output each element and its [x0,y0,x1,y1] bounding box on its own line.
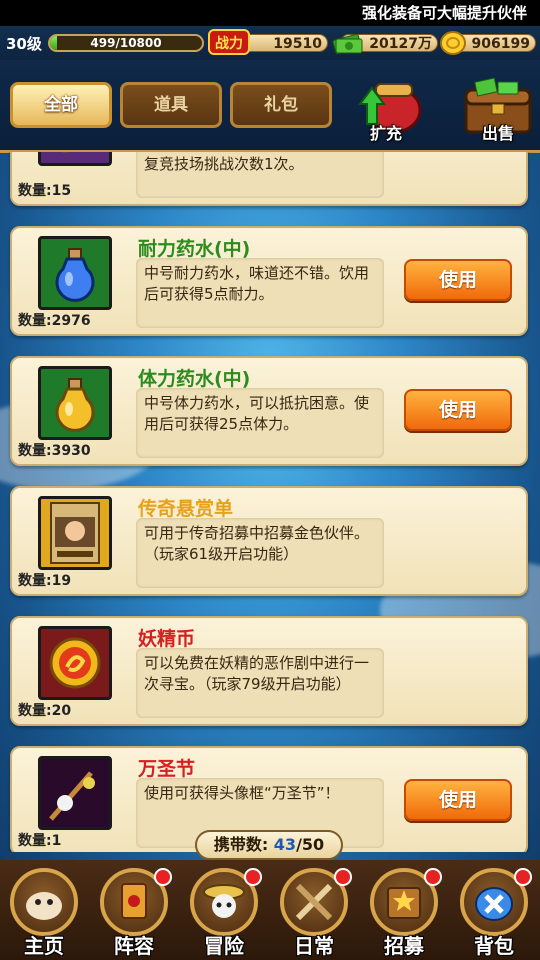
use-label: 使用 [438,269,477,291]
use-label: 使用 [438,789,477,811]
item-card: 耐力药水(中) 中号耐力药水，味道还不错。饮用后可获得5点耐力。 使用 数量:2… [10,226,528,336]
item-desc: 可以免费在妖精的恶作剧中进行一次寻宝。（玩家79级开启功能） [136,648,384,718]
item-desc: 中号体力药水，可以抵抗困意。使用后可获得25点体力。 [136,388,384,458]
nav-recruit[interactable]: 招募 [364,868,444,958]
use-button[interactable]: 使用 [404,389,512,431]
player-level: 30级 [6,35,42,53]
expand-button[interactable]: 扩充 [346,76,426,146]
tab-label: 道具 [154,95,188,115]
cash-icon [332,29,364,61]
notification-dot [244,868,262,886]
notification-dot [514,868,532,886]
power-value: 19510 [273,36,322,52]
yellow-potion-icon [38,366,112,440]
notification-dot [334,868,352,886]
item-quantity: 数量:3930 [18,443,91,459]
use-label: 使用 [438,399,477,421]
gold-value: 906199 [471,36,530,52]
nav-adventure[interactable]: 冒险 [184,868,264,958]
item-quantity: 数量:15 [18,183,72,199]
tab-label: 全部 [44,95,78,115]
nav-lineup[interactable]: 阵容 [94,868,174,958]
sell-label: 出售 [481,124,514,143]
power-icon: 战力 [208,27,250,57]
notification-dot [154,868,172,886]
item-quantity: 数量:1 [18,833,62,849]
item-list[interactable]: 腾的竞技场挑战券，使用后可以恢复竞技场挑战次数1次。 使用 数量:15 耐力药水… [0,152,540,852]
item-name: 万圣节 [138,758,196,780]
power-icon-text: 战力 [215,35,243,52]
nav-home[interactable]: 主页 [4,868,84,958]
category-tabbar: 全部 道具 礼包 扩充 出售 [0,60,540,153]
item-card: 体力药水(中) 中号体力药水，可以抵抗困意。使用后可获得25点体力。 使用 数量… [10,356,528,466]
item-quantity: 数量:2976 [18,313,91,329]
nav-bag[interactable]: 背包 [454,868,534,958]
fairy-coin-icon [38,626,112,700]
cash-value: 20127万 [369,36,432,52]
tab-items[interactable]: 道具 [120,82,222,128]
announcement-marquee: 强化装备可大幅提升伙伴 [0,0,540,26]
scroll-icon [38,152,112,166]
carry-capacity: 携带数: 43/50 [195,830,343,860]
nav-label: 日常 [294,934,334,958]
exp-text: 499/10800 [90,36,162,50]
halloween-icon [38,756,112,830]
carry-max: /50 [296,835,325,854]
item-quantity: 数量:20 [18,703,72,719]
item-name: 传奇悬赏单 [138,498,234,520]
item-name: 体力药水(中) [138,368,251,390]
bottom-nav: 主页 阵容 冒险 日常 招募 背包 [0,860,540,960]
item-name: 耐力药水(中) [138,238,251,260]
tab-gift-packs[interactable]: 礼包 [230,82,332,128]
item-desc: 腾的竞技场挑战券，使用后可以恢复竞技场挑战次数1次。 [136,152,384,198]
gold-coin-icon [440,31,466,59]
sell-button[interactable]: 出售 [458,76,538,146]
nav-label: 主页 [24,934,64,958]
item-card: 传奇悬赏单 可用于传奇招募中招募金色伙伴。（玩家61级开启功能） 数量:19 [10,486,528,596]
notification-dot [424,868,442,886]
carry-current: 43 [273,835,297,854]
wanted-poster-icon [38,496,112,570]
item-quantity: 数量:19 [18,573,72,589]
tab-all[interactable]: 全部 [10,82,112,128]
nav-label: 背包 [474,934,514,958]
item-desc: 可用于传奇招募中招募金色伙伴。（玩家61级开启功能） [136,518,384,588]
expand-label: 扩充 [369,124,402,143]
nav-daily[interactable]: 日常 [274,868,354,958]
carry-label: 携带数: [213,835,269,854]
item-desc: 中号耐力药水，味道还不错。饮用后可获得5点耐力。 [136,258,384,328]
nav-label: 冒险 [204,934,244,958]
item-card: 腾的竞技场挑战券，使用后可以恢复竞技场挑战次数1次。 使用 数量:15 [10,152,528,206]
exp-bar: 499/10800 [48,34,204,52]
item-name: 妖精币 [138,628,196,650]
nav-label: 阵容 [114,934,154,958]
blue-potion-icon [38,236,112,310]
item-card: 妖精币 可以免费在妖精的恶作剧中进行一次寻宝。（玩家79级开启功能） 数量:20 [10,616,528,726]
home-icon [10,868,78,936]
use-button[interactable]: 使用 [404,259,512,301]
tab-label: 礼包 [264,95,298,115]
marquee-text: 强化装备可大幅提升伙伴 [362,4,528,22]
nav-label: 招募 [384,934,424,958]
status-bar: 30级 499/10800 19510 战力 20127万 906199 [0,26,540,61]
use-button[interactable]: 使用 [404,779,512,821]
